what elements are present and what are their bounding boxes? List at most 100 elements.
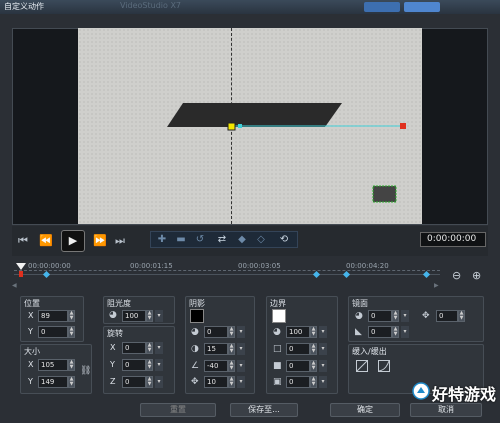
timecode-display[interactable]: 0:00:00:00 — [420, 232, 486, 247]
keyframe-marker[interactable] — [342, 270, 351, 279]
mirror-dropdown-2[interactable]: ▾ — [401, 326, 409, 338]
rotation-y-dropdown[interactable]: ▾ — [155, 359, 163, 371]
mirror-field-3[interactable]: 0 — [436, 310, 458, 322]
ease-in-icon[interactable] — [356, 360, 368, 372]
border-dropdown-2[interactable]: ▾ — [319, 343, 327, 355]
border-stepper-4[interactable]: ▲ ▼ — [310, 376, 317, 388]
shadow-field-1[interactable]: 0 — [204, 326, 228, 338]
ease-out-icon[interactable] — [378, 360, 390, 372]
shadow-dropdown-1[interactable]: ▾ — [237, 326, 245, 338]
position-x-field[interactable]: 89 — [38, 310, 68, 322]
watermark-emblem-icon — [412, 382, 430, 400]
shadow-dropdown-3[interactable]: ▾ — [237, 360, 245, 372]
next-frame-icon[interactable]: ⏩ — [93, 234, 107, 248]
mirror-stepper-1[interactable]: ▲ ▼ — [392, 310, 399, 322]
rotation-z-field[interactable]: 0 — [122, 376, 146, 388]
rotation-y-stepper[interactable]: ▲ ▼ — [146, 359, 153, 371]
shadow-stepper-3[interactable]: ▲ ▼ — [228, 360, 235, 372]
save-as-button[interactable]: 保存至... — [230, 403, 298, 417]
rotation-title: 旋转 — [107, 329, 123, 338]
rotation-y-field[interactable]: 0 — [122, 359, 146, 371]
path-node-handle — [238, 124, 242, 128]
border-stepper-3[interactable]: ▲ ▼ — [310, 360, 317, 372]
shadow-stepper-4[interactable]: ▲ ▼ — [228, 376, 235, 388]
mirror-dropdown-1[interactable]: ▾ — [401, 310, 409, 322]
rotation-z-dropdown[interactable]: ▾ — [155, 376, 163, 388]
opacity-stepper[interactable]: ▲ ▼ — [146, 310, 153, 322]
border-field-4[interactable]: 0 — [286, 376, 310, 388]
position-y-field[interactable]: 0 — [38, 326, 68, 338]
border-stepper-2[interactable]: ▲ ▼ — [310, 343, 317, 355]
background-app-title: VideoStudio X7 — [120, 1, 182, 10]
ease-title: 缓入/缓出 — [352, 347, 387, 356]
opacity-icon: ◕ — [109, 310, 117, 320]
shadow-color-swatch[interactable] — [190, 309, 204, 323]
scroll-left-icon[interactable]: ◀ — [12, 282, 17, 289]
keyframe-marker[interactable] — [42, 270, 51, 279]
add-keyframe-icon[interactable]: ✚ — [153, 232, 171, 247]
mirror-stepper-2[interactable]: ▲ ▼ — [392, 326, 399, 338]
shadow-distance-icon: ✥ — [191, 377, 199, 387]
size-x-field[interactable]: 105 — [38, 359, 68, 371]
rotation-x-dropdown[interactable]: ▾ — [155, 342, 163, 354]
shadow-opacity-icon: ◕ — [191, 327, 199, 337]
next-keyframe-icon[interactable]: ◇ — [252, 232, 270, 247]
zoom-out-icon[interactable]: ⊖ — [452, 269, 461, 282]
link-icon[interactable]: ⛓ — [80, 366, 91, 376]
size-y-field[interactable]: 149 — [38, 376, 68, 388]
rotation-x-stepper[interactable]: ▲ ▼ — [146, 342, 153, 354]
border-dropdown-4[interactable]: ▾ — [319, 376, 327, 388]
shadow-field-2[interactable]: 15 — [204, 343, 228, 355]
border-stepper-1[interactable]: ▲ ▼ — [310, 326, 317, 338]
size-y-stepper[interactable]: ▲ ▼ — [68, 376, 75, 388]
ok-button[interactable]: 确定 — [330, 403, 400, 417]
position-x-stepper[interactable]: ▲ ▼ — [68, 310, 75, 322]
rotation-x-field[interactable]: 0 — [122, 342, 146, 354]
border-softness-icon: ▣ — [273, 377, 282, 387]
prev-keyframe-icon[interactable]: ◆ — [233, 232, 251, 247]
shadow-dropdown-4[interactable]: ▾ — [237, 376, 245, 388]
previous-frame-icon[interactable]: ⏪ — [39, 234, 53, 248]
keyframe-toolbar: ✚ ▬ ↺ ⇄ ◆ ◇ ⟲ — [150, 231, 298, 248]
loop-icon[interactable]: ⟲ — [275, 232, 293, 247]
shadow-field-4[interactable]: 10 — [204, 376, 228, 388]
keyframe-marker[interactable] — [312, 270, 321, 279]
border-field-3[interactable]: 0 — [286, 360, 310, 372]
scroll-right-icon[interactable]: ▶ — [434, 282, 439, 289]
border-field-1[interactable]: 100 — [286, 326, 310, 338]
rotation-z-stepper[interactable]: ▲ ▼ — [146, 376, 153, 388]
swap-icon[interactable]: ⇄ — [213, 232, 231, 247]
keyframe-marker[interactable] — [422, 270, 431, 279]
border-dropdown-1[interactable]: ▾ — [319, 326, 327, 338]
mirror-stepper-3[interactable]: ▲ ▼ — [458, 310, 465, 322]
shadow-dropdown-2[interactable]: ▾ — [237, 343, 245, 355]
shadow-stepper-2[interactable]: ▲ ▼ — [228, 343, 235, 355]
mirror-field-1[interactable]: 0 — [368, 310, 392, 322]
reset-button[interactable]: 重置 — [140, 403, 216, 417]
reverse-path-icon[interactable]: ↺ — [191, 232, 209, 247]
motion-overlay[interactable] — [78, 28, 422, 224]
opacity-field[interactable]: 100 — [122, 310, 146, 322]
tick-label: 00:00:03:05 — [238, 262, 281, 270]
start-keyframe-marker[interactable] — [19, 271, 23, 277]
border-field-2[interactable]: 0 — [286, 343, 310, 355]
go-to-end-icon[interactable]: ⏭ — [115, 234, 125, 248]
go-to-start-icon[interactable]: ⏮ — [18, 234, 28, 248]
position-y-stepper[interactable]: ▲ ▼ — [68, 326, 75, 338]
opacity-dropdown[interactable]: ▾ — [155, 310, 163, 322]
size-x-stepper[interactable]: ▲ ▼ — [68, 359, 75, 371]
mirror-field-2[interactable]: 0 — [368, 326, 392, 338]
play-button[interactable]: ▶ — [61, 230, 85, 252]
border-dropdown-3[interactable]: ▾ — [319, 360, 327, 372]
position-title: 位置 — [24, 299, 40, 308]
border-color-swatch[interactable] — [272, 309, 286, 323]
zoom-in-icon[interactable]: ⊕ — [472, 269, 481, 282]
shadow-field-3[interactable]: -40 — [204, 360, 228, 372]
rotation-z-label: Z — [110, 377, 116, 386]
timeline-track[interactable] — [14, 274, 440, 275]
shadow-stepper-1[interactable]: ▲ ▼ — [228, 326, 235, 338]
rotation-x-label: X — [110, 343, 116, 352]
border-title: 边界 — [270, 299, 286, 308]
play-icon: ▶ — [68, 234, 78, 247]
remove-keyframe-icon[interactable]: ▬ — [172, 232, 190, 247]
